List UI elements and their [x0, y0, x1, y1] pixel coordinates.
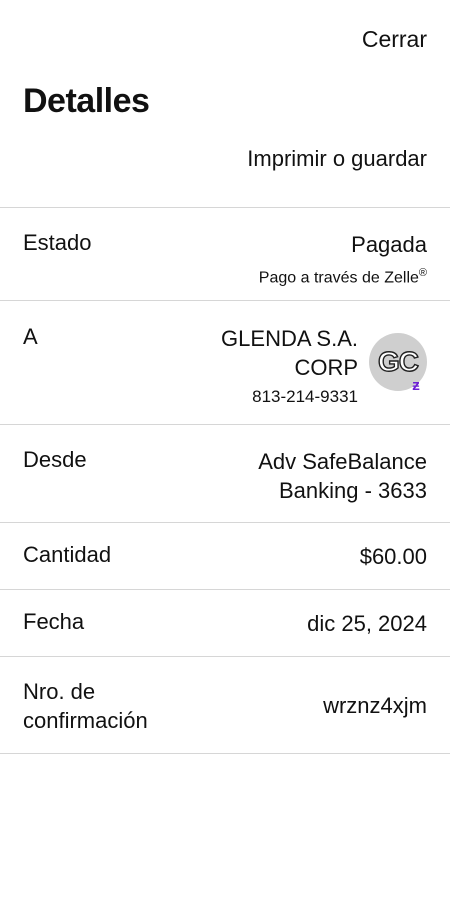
confirmation-label-line2: confirmación — [23, 708, 148, 733]
close-button[interactable]: Cerrar — [362, 26, 427, 53]
details-list: Estado Pagada Pago a través de Zelle® A … — [0, 207, 450, 754]
from-value-line2: Banking - 3633 — [279, 478, 427, 503]
status-sub: Pago a través de Zelle® — [259, 263, 427, 288]
date-value: dic 25, 2024 — [307, 611, 427, 636]
amount-row: Cantidad $60.00 — [0, 523, 450, 589]
divider — [0, 753, 450, 754]
confirmation-label-line1: Nro. de — [23, 679, 96, 704]
recipient-label: A — [23, 324, 38, 349]
recipient-value-group: GLENDA S.A. CORP 813-214-9331 — [221, 324, 358, 407]
zelle-z-icon: ƶ — [412, 377, 420, 394]
date-label: Fecha — [23, 609, 85, 634]
recipient-phone: 813-214-9331 — [252, 387, 358, 406]
status-sub-text: Pago a través de Zelle — [258, 269, 419, 287]
recipient-name-line2: CORP — [294, 355, 358, 380]
avatar-initials: GC — [377, 345, 419, 377]
amount-value: $60.00 — [359, 544, 427, 569]
page-title: Detalles — [23, 82, 150, 120]
from-row: Desde Adv SafeBalance Banking - 3633 — [0, 425, 450, 522]
confirmation-label-group: Nro. de confirmación — [23, 677, 148, 735]
status-value: Pagada — [351, 232, 427, 257]
print-or-save-button[interactable]: Imprimir o guardar — [247, 146, 427, 172]
status-label: Estado — [23, 230, 92, 255]
from-value-group: Adv SafeBalance Banking - 3633 — [258, 447, 427, 505]
recipient-row: A GLENDA S.A. CORP 813-214-9331 GC ƶ — [0, 301, 450, 424]
recipient-name-line1: GLENDA S.A. — [221, 326, 358, 351]
date-row: Fecha dic 25, 2024 — [0, 590, 450, 656]
confirmation-row: Nro. de confirmación wrznz4xjm — [0, 657, 450, 753]
amount-label: Cantidad — [23, 542, 112, 567]
from-value-line1: Adv SafeBalance — [258, 449, 427, 474]
avatar: GC ƶ — [369, 333, 427, 394]
confirmation-value: wrznz4xjm — [323, 693, 427, 718]
status-row: Estado Pagada Pago a través de Zelle® — [0, 208, 450, 300]
status-value-group: Pagada Pago a través de Zelle® — [259, 230, 427, 288]
from-label: Desde — [23, 447, 87, 472]
registered-mark: ® — [418, 267, 427, 279]
